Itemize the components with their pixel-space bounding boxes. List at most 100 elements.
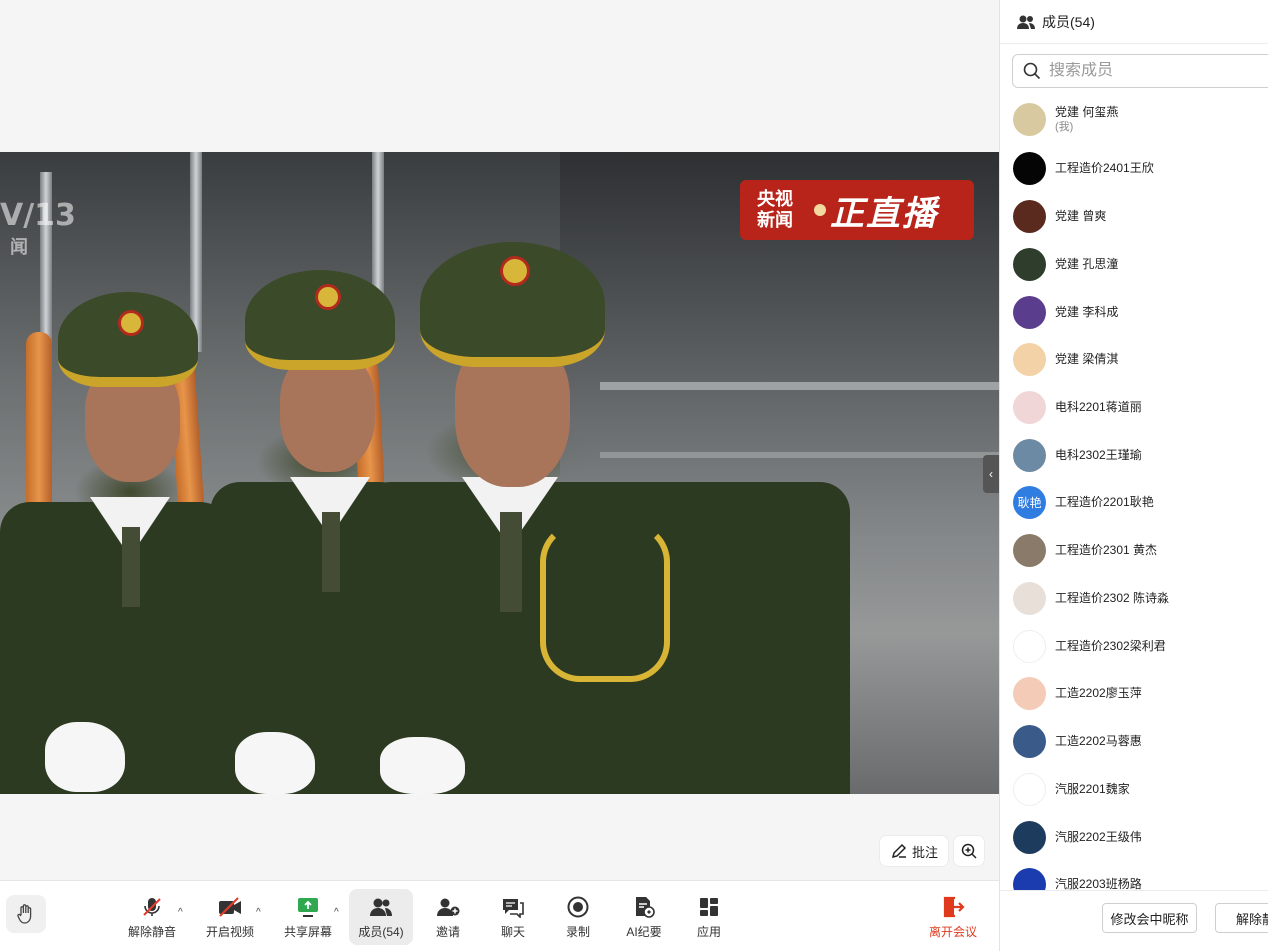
member-self-tag: (我) [1055, 121, 1074, 133]
avatar [1013, 342, 1046, 376]
pen-icon [891, 843, 907, 859]
leave-meeting-button[interactable]: 离开会议 [926, 889, 980, 945]
unmute-button[interactable]: 解除静音 [126, 889, 178, 945]
member-name: 工程造价2302 陈诗淼 [1055, 591, 1170, 605]
invite-button[interactable]: 邀请 [424, 889, 472, 945]
zoom-in-button[interactable] [954, 836, 984, 866]
member-row[interactable]: 党建 何玺燕 (我) [1000, 96, 1268, 142]
member-row[interactable]: 电科2302王瑾瑜 [1000, 432, 1268, 478]
members-button[interactable]: 成员(54) [349, 889, 413, 945]
record-button[interactable]: 录制 [556, 889, 600, 945]
member-search-input[interactable] [1049, 62, 1249, 80]
logo-line2: 新闻 [757, 210, 793, 231]
main-stage: V/13 闻 央视 新闻 正直播 ‹ 批注 [0, 0, 999, 880]
apps-button[interactable]: 应用 [688, 889, 730, 945]
ai-minutes-label: AI纪要 [626, 925, 662, 939]
avatar [1013, 247, 1046, 281]
member-text: 电科2201蒋道丽 [1046, 399, 1142, 415]
glove [235, 732, 315, 794]
avatar [1013, 533, 1046, 567]
member-name: 党建 孔思潼 [1055, 257, 1119, 271]
member-name: 电科2201蒋道丽 [1055, 400, 1142, 414]
member-text: 党建 李科成 [1046, 304, 1118, 320]
meeting-window: V/13 闻 央视 新闻 正直播 ‹ 批注 解除静音 ^ 开启视频 ^ 共享屏幕… [0, 0, 1268, 951]
member-text: 汽服2202王级伟 [1046, 829, 1142, 845]
avatar [1013, 676, 1046, 710]
invite-user-icon [437, 898, 460, 916]
member-text: 汽服2203班杨路 [1046, 876, 1142, 890]
member-row[interactable]: 汽服2203班杨路 [1000, 861, 1268, 890]
member-text: 党建 曾爽 [1046, 208, 1106, 224]
chevron-left-icon: ‹ [989, 467, 993, 481]
leave-label: 离开会议 [928, 925, 977, 939]
member-name: 汽服2201魏家 [1055, 782, 1130, 796]
chat-icon [503, 899, 524, 918]
member-text: 电科2302王瑾瑜 [1046, 447, 1142, 463]
start-video-button[interactable]: 开启视频 [204, 889, 256, 945]
avatar [1013, 820, 1046, 854]
member-row[interactable]: 汽服2201魏家 [1000, 766, 1268, 812]
member-name: 党建 李科成 [1055, 305, 1119, 319]
member-row[interactable]: 工造2202廖玉萍 [1000, 670, 1268, 716]
member-name: 汽服2202王级伟 [1055, 830, 1142, 844]
rename-button[interactable]: 修改会中昵称 [1102, 903, 1197, 933]
share-options-caret[interactable]: ^ [334, 907, 339, 918]
share-screen-button[interactable]: 共享屏幕 [282, 889, 334, 945]
member-name: 汽服2203班杨路 [1055, 877, 1142, 890]
chat-button[interactable]: 聊天 [490, 889, 536, 945]
member-row[interactable]: 工程造价2401王欣 [1000, 145, 1268, 191]
microphone-muted-icon [143, 898, 161, 916]
apps-grid-icon [700, 898, 718, 916]
avatar [1013, 581, 1046, 615]
member-text: 党建 梁倩淇 [1046, 351, 1118, 367]
glove [45, 722, 125, 792]
member-name: 工造2202廖玉萍 [1055, 686, 1142, 700]
unmute-all-button[interactable]: 解除静 [1215, 903, 1268, 933]
members-panel-title: 成员(54) [1042, 13, 1095, 30]
member-row[interactable]: 工造2202马蓉惠 [1000, 718, 1268, 764]
member-row[interactable]: 汽服2202王级伟 [1000, 814, 1268, 860]
channel-corner-mark: V/13 闻 [0, 200, 76, 264]
member-row[interactable]: 电科2201蒋道丽 [1000, 384, 1268, 430]
member-list: 党建 何玺燕 (我) 工程造价2401王欣党建 曾爽党建 孔思潼 党建 李科成党建 梁… [1000, 96, 1268, 890]
chat-label: 聊天 [500, 925, 525, 939]
glove [380, 737, 465, 794]
member-row[interactable]: 工程造价2302梁利君 [1000, 623, 1268, 669]
raise-hand-button[interactable] [6, 895, 46, 933]
avatar [1013, 295, 1046, 329]
member-text: 工程造价2201耿艳 [1046, 494, 1154, 510]
avatar [1013, 390, 1046, 424]
member-row[interactable]: 工程造价2301 黄杰 [1000, 527, 1268, 573]
video-options-caret[interactable]: ^ [256, 907, 261, 918]
audio-options-caret[interactable]: ^ [178, 907, 183, 918]
collapse-panel-handle[interactable]: ‹ [983, 455, 999, 493]
apps-label: 应用 [696, 925, 721, 939]
annotate-label: 批注 [911, 844, 938, 860]
record-label: 录制 [565, 925, 590, 939]
member-row[interactable]: 党建 孔思潼 [1000, 241, 1268, 287]
members-label: 成员(54) [358, 925, 404, 939]
member-row[interactable]: 工程造价2302 陈诗淼 [1000, 575, 1268, 621]
avatar: 耿艳 [1013, 485, 1046, 519]
members-panel-header: 成员(54) [1000, 0, 1268, 44]
member-row[interactable]: 党建 梁倩淇 [1000, 336, 1268, 382]
ai-minutes-button[interactable]: AI纪要 [618, 889, 670, 945]
member-row[interactable]: 党建 李科成 [1000, 289, 1268, 335]
share-screen-icon [298, 898, 318, 917]
members-icon [370, 898, 392, 916]
share-screen-label: 共享屏幕 [283, 925, 332, 939]
members-icon [1017, 15, 1035, 29]
shared-video[interactable]: V/13 闻 央视 新闻 正直播 [0, 152, 999, 794]
member-text: 汽服2201魏家 [1046, 781, 1130, 797]
annotate-button[interactable]: 批注 [880, 836, 948, 866]
member-search-box[interactable] [1012, 54, 1268, 88]
logo-line1: 央视 [757, 189, 793, 210]
member-text: 党建 孔思潼 [1046, 256, 1118, 272]
avatar [1013, 102, 1046, 136]
member-row[interactable]: 耿艳 工程造价2201耿艳 [1000, 479, 1268, 525]
avatar [1013, 772, 1046, 806]
member-text: 工造2202马蓉惠 [1046, 733, 1142, 749]
member-row[interactable]: 党建 曾爽 [1000, 193, 1268, 239]
invite-label: 邀请 [435, 925, 460, 939]
zoom-in-icon [961, 843, 977, 859]
